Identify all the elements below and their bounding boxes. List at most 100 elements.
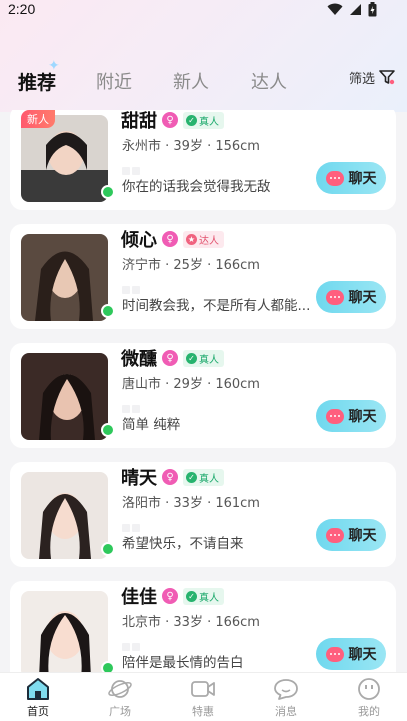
chat-button[interactable]: 聊天 [316, 638, 386, 670]
profile-bio: 你在的话我会觉得我无敌 [122, 179, 271, 195]
chat-label: 聊天 [348, 647, 377, 663]
chat-label: 聊天 [348, 171, 377, 187]
verified-badge: ✓ 真人 [183, 587, 224, 605]
signal-icon [350, 4, 361, 15]
verified-badge: ✓ 真人 [183, 349, 224, 367]
bottom-navigation: 首页 广场 特惠 消息 我的 [0, 672, 407, 721]
chat-label: 聊天 [348, 528, 377, 544]
check-icon: ✓ [186, 114, 197, 126]
badge-text: 真人 [199, 116, 219, 128]
profile-photo[interactable] [21, 234, 108, 321]
profile-bio: 希望快乐，不请自来 [122, 536, 244, 552]
check-icon: ✓ [186, 471, 197, 483]
profile-card[interactable]: 佳佳 ♀ ✓ 真人 北京市 · 33岁 · 166cm 陪伴是最长情的告白 聊天 [10, 581, 396, 672]
nav-profile[interactable]: 我的 [339, 677, 399, 719]
name-text: 佳佳 [121, 587, 157, 608]
profile-photo[interactable] [21, 472, 108, 559]
profile-name: 佳佳 ♀ ✓ 真人 [121, 583, 224, 609]
status-icons [327, 2, 377, 17]
name-text: 甜甜 [121, 111, 157, 132]
placeholder-marks [122, 398, 142, 413]
nav-label: 首页 [27, 705, 49, 718]
profile-info: 北京市 · 33岁 · 166cm [122, 615, 260, 630]
filter-button[interactable]: 筛选 [349, 68, 395, 87]
chat-button[interactable]: 聊天 [316, 400, 386, 432]
check-icon: ✓ [186, 352, 197, 364]
profile-photo[interactable] [21, 353, 108, 440]
chat-bubble-icon [325, 289, 344, 305]
online-indicator [101, 185, 115, 199]
profile-card[interactable]: 新人 甜甜 ♀ ✓ 真人 永州市 · 39岁 · 156cm 你在的话我会觉得我无… [10, 110, 396, 210]
profile-info: 洛阳市 · 33岁 · 161cm [122, 496, 260, 511]
name-text: 倾心 [121, 230, 157, 251]
status-bar: 2:20 [0, 0, 407, 22]
battery-icon [368, 2, 377, 17]
planet-icon [108, 680, 132, 698]
online-indicator [101, 304, 115, 318]
badge-text: 真人 [199, 592, 219, 604]
profile-icon [358, 678, 380, 700]
chat-label: 聊天 [348, 290, 377, 306]
verified-badge: ✓ 真人 [183, 468, 224, 486]
chat-button[interactable]: 聊天 [316, 519, 386, 551]
placeholder-marks [122, 517, 142, 532]
new-badge: 新人 [21, 110, 55, 128]
badge-text: 真人 [199, 354, 219, 366]
nav-home[interactable]: 首页 [8, 677, 68, 719]
online-indicator [101, 423, 115, 437]
profile-photo[interactable] [21, 115, 108, 202]
profile-card[interactable]: 晴天 ♀ ✓ 真人 洛阳市 · 33岁 · 161cm 希望快乐，不请自来 聊天 [10, 462, 396, 567]
filter-label: 筛选 [348, 72, 375, 87]
nav-deals[interactable]: 特惠 [173, 677, 233, 719]
nav-label: 我的 [358, 705, 380, 718]
female-icon: ♀ [162, 231, 178, 247]
filter-icon [379, 70, 395, 85]
placeholder-marks [122, 636, 142, 651]
nav-label: 广场 [109, 705, 131, 718]
name-text: 微醺 [121, 349, 157, 370]
profile-photo[interactable] [21, 591, 108, 672]
nav-square[interactable]: 广场 [90, 677, 150, 719]
female-icon: ♀ [162, 350, 178, 366]
check-icon: ✓ [186, 590, 197, 602]
home-icon [27, 678, 49, 700]
profile-name: 甜甜 ♀ ✓ 真人 [121, 110, 224, 133]
nav-messages[interactable]: 消息 [256, 677, 316, 719]
female-icon: ♀ [162, 588, 178, 604]
tab-expert[interactable]: 达人 [251, 68, 287, 94]
profile-card[interactable]: 倾心 ♀ ★ 达人 济宁市 · 25岁 · 166cm 时间教会我，不是所有人都能… [10, 224, 396, 329]
chat-button[interactable]: 聊天 [316, 162, 386, 194]
badge-text: 真人 [199, 473, 219, 485]
profile-info: 济宁市 · 25岁 · 166cm [122, 258, 260, 273]
profile-card[interactable]: 微醺 ♀ ✓ 真人 唐山市 · 29岁 · 160cm 简单 纯粹 聊天 [10, 343, 396, 448]
star-icon: ★ [186, 233, 197, 245]
tab-nearby[interactable]: 附近 [96, 68, 132, 94]
name-text: 晴天 [121, 468, 157, 489]
placeholder-marks [122, 160, 142, 175]
message-icon [274, 679, 298, 700]
verified-badge: ✓ 真人 [183, 111, 224, 129]
category-tabs: 推荐 附近 新人 达人 [0, 62, 407, 102]
profile-feed[interactable]: 新人 甜甜 ♀ ✓ 真人 永州市 · 39岁 · 156cm 你在的话我会觉得我无… [0, 110, 407, 672]
profile-info: 唐山市 · 29岁 · 160cm [122, 377, 260, 392]
profile-name: 晴天 ♀ ✓ 真人 [121, 464, 224, 490]
wifi-icon [327, 3, 343, 15]
profile-name: 微醺 ♀ ✓ 真人 [121, 345, 224, 371]
chat-label: 聊天 [348, 409, 377, 425]
profile-bio: 陪伴是最长情的告白 [122, 655, 244, 671]
tab-newcomer[interactable]: 新人 [173, 68, 209, 94]
expert-badge: ★ 达人 [183, 230, 224, 248]
chat-button[interactable]: 聊天 [316, 281, 386, 313]
chat-bubble-icon [325, 170, 344, 186]
profile-info: 永州市 · 39岁 · 156cm [122, 139, 260, 154]
profile-bio: 时间教会我，不是所有人都能... [122, 298, 311, 314]
profile-name: 倾心 ♀ ★ 达人 [121, 226, 224, 252]
tab-recommend[interactable]: 推荐 [15, 68, 59, 95]
video-icon [191, 681, 215, 697]
badge-text: 达人 [199, 235, 219, 247]
online-indicator [101, 661, 115, 672]
online-indicator [101, 542, 115, 556]
chat-bubble-icon [325, 527, 344, 543]
female-icon: ♀ [162, 112, 178, 128]
chat-bubble-icon [325, 646, 344, 662]
